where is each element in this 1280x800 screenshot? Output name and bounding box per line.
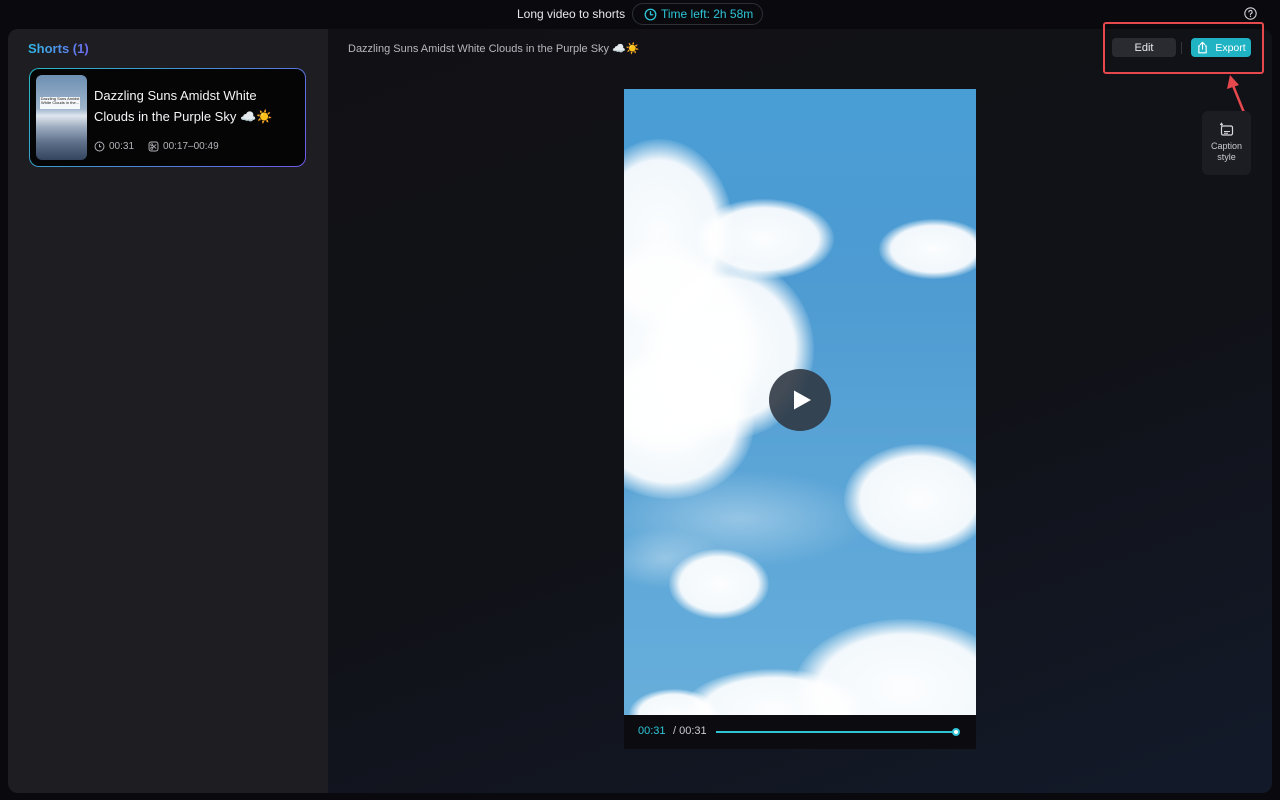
progress-handle[interactable] bbox=[952, 728, 960, 736]
short-meta: 00:31 00:17–00:49 bbox=[94, 141, 219, 152]
caption-style-label: Caption style bbox=[1210, 141, 1243, 162]
export-label: Export bbox=[1215, 41, 1246, 54]
caption-icon bbox=[1219, 122, 1233, 136]
short-duration: 00:31 bbox=[109, 141, 135, 152]
current-time: 00:31 bbox=[638, 725, 666, 737]
total-time: / 00:31 bbox=[673, 725, 707, 737]
shorts-count-heading: Shorts (1) bbox=[28, 41, 89, 56]
question-circle-icon[interactable] bbox=[1244, 7, 1257, 20]
short-thumbnail: Dazzling Suns Amidst White Clouds in the… bbox=[36, 75, 87, 160]
play-button[interactable] bbox=[769, 369, 831, 431]
progress-fill bbox=[716, 731, 956, 733]
scissors-icon bbox=[148, 141, 159, 152]
export-icon bbox=[1198, 41, 1208, 54]
time-left-badge[interactable]: Time left: 2h 58m bbox=[632, 3, 763, 25]
edit-button[interactable]: Edit bbox=[1112, 38, 1176, 57]
play-icon bbox=[793, 390, 811, 410]
toolbar-divider bbox=[1181, 42, 1182, 54]
caption-style-button[interactable]: Caption style bbox=[1202, 111, 1251, 175]
player-controls: 00:31 / 00:31 bbox=[624, 715, 976, 749]
clock-icon bbox=[644, 8, 657, 20]
top-bar: Long video to shorts Time left: 2h 58m bbox=[0, 0, 1280, 28]
export-button[interactable]: Export bbox=[1191, 38, 1251, 57]
short-card[interactable]: Dazzling Suns Amidst White Clouds in the… bbox=[29, 68, 306, 167]
app-title: Long video to shorts bbox=[517, 7, 626, 21]
thumbnail-caption: Dazzling Suns Amidst White Clouds in the… bbox=[40, 97, 80, 109]
short-title: Dazzling Suns Amidst White Clouds in the… bbox=[94, 88, 273, 124]
time-left-text: Time left: 2h 58m bbox=[661, 7, 754, 21]
progress-slider[interactable] bbox=[716, 728, 960, 736]
preview-panel: Dazzling Suns Amidst White Clouds in the… bbox=[328, 22, 1272, 793]
video-title: Dazzling Suns Amidst White Clouds in the… bbox=[348, 43, 640, 55]
clock-icon bbox=[94, 141, 105, 152]
short-clip-range: 00:17–00:49 bbox=[163, 141, 219, 152]
shorts-sidebar: Shorts (1) Dazzling Suns Amidst White Cl… bbox=[8, 29, 328, 793]
